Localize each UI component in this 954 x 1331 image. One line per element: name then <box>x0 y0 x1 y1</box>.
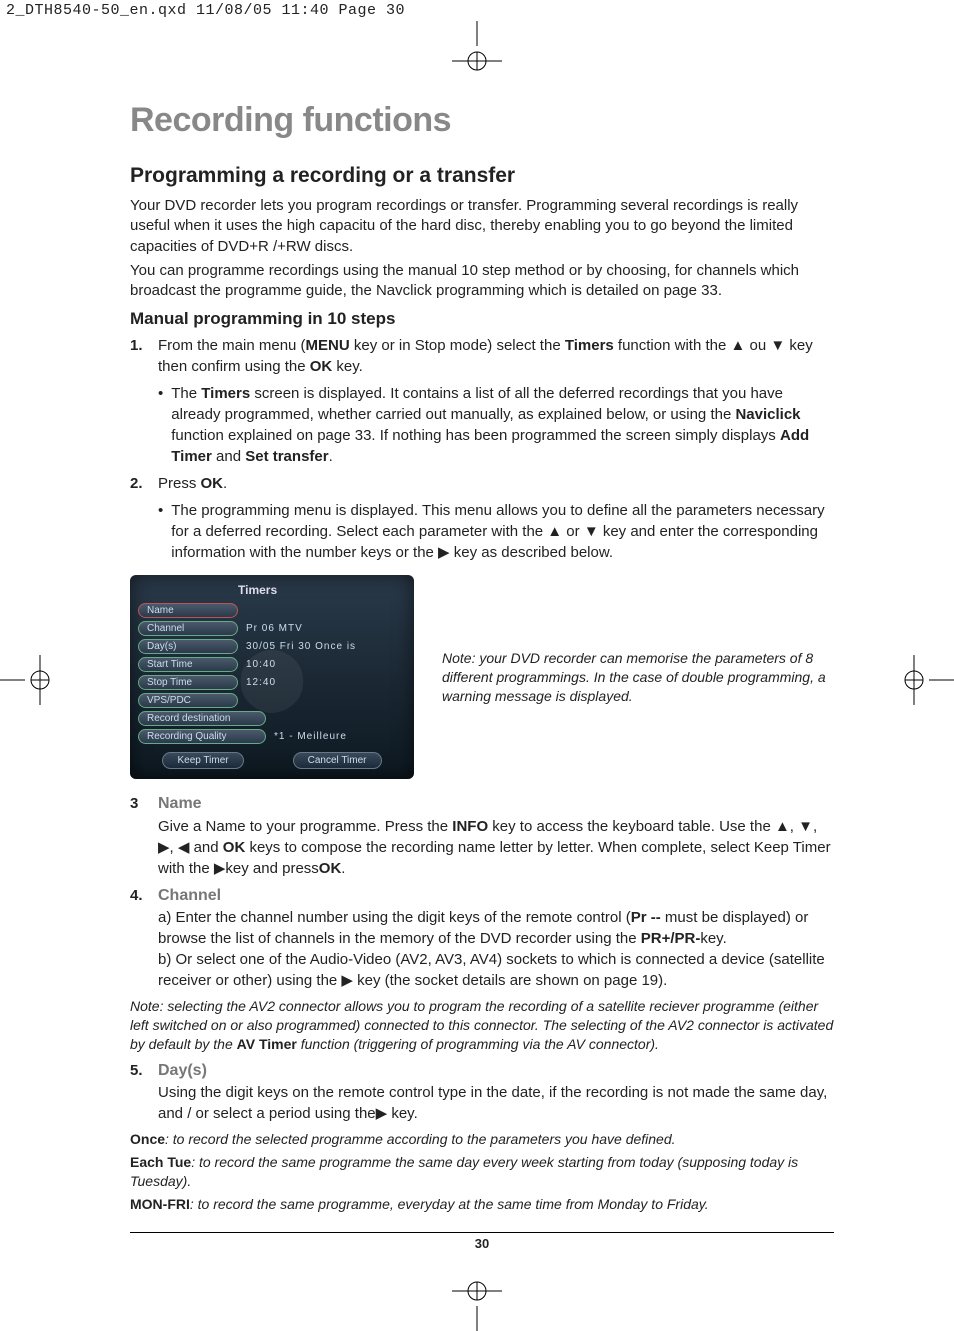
ui-cancel-timer-button: Cancel Timer <box>293 752 382 769</box>
ui-field-name: Name <box>138 603 238 618</box>
timers-screenshot: ⬤ Timers Name ChannelPr 06 MTV Day(s)30/… <box>130 575 414 779</box>
step-label: Day(s) <box>158 1060 834 1082</box>
step-3: 3 Name Give a Name to your programme. Pr… <box>130 793 834 878</box>
step-number: 2. <box>130 473 156 494</box>
once-note: Once: to record the selected programme a… <box>130 1130 834 1149</box>
mon-fri-note: MON-FRI: to record the same programme, e… <box>130 1195 834 1214</box>
crop-mark-left <box>0 650 60 715</box>
step-number: 3 <box>130 793 156 814</box>
ui-field-stop: Stop Time <box>138 675 238 690</box>
each-tue-note: Each Tue: to record the same programme t… <box>130 1153 834 1191</box>
page-number: 30 <box>130 1232 834 1251</box>
ui-field-start: Start Time <box>138 657 238 672</box>
print-file-header: 2_DTH8540-50_en.qxd 11/08/05 11:40 Page … <box>0 0 954 21</box>
step-number: 5. <box>130 1060 156 1081</box>
step-label: Name <box>158 793 834 815</box>
step-number: 4. <box>130 885 156 906</box>
step-label: Channel <box>158 885 834 907</box>
ui-field-quality: Recording Quality <box>138 729 266 744</box>
step-2: 2. Press OK. <box>130 473 834 494</box>
step-5: 5. Day(s) Using the digit keys on the re… <box>130 1060 834 1124</box>
ui-title: Timers <box>238 583 406 597</box>
ui-field-dest: Record destination <box>138 711 266 726</box>
ui-field-channel: Channel <box>138 621 238 636</box>
section-heading: Programming a recording or a transfer <box>130 164 834 188</box>
crop-mark-right <box>894 650 954 715</box>
step-4-note: Note: selecting the AV2 connector allows… <box>130 997 834 1054</box>
intro-paragraph-2: You can programme recordings using the m… <box>130 261 834 302</box>
intro-paragraph-1: Your DVD recorder lets you program recor… <box>130 196 834 257</box>
step-text: From the main menu ( <box>158 337 306 354</box>
bold-key: MENU <box>306 337 350 354</box>
ui-field-days: Day(s) <box>138 639 238 654</box>
page-title: Recording functions <box>130 101 834 140</box>
step-number: 1. <box>130 335 156 356</box>
step-4: 4. Channel a) Enter the channel number u… <box>130 885 834 991</box>
step-2-bullet: • The programming menu is displayed. Thi… <box>158 500 834 563</box>
ui-field-vps: VPS/PDC <box>138 693 238 708</box>
crop-mark-top <box>0 21 954 91</box>
step-1: 1. From the main menu (MENU key or in St… <box>130 335 834 377</box>
figure-note: Note: your DVD recorder can memorise the… <box>442 649 834 706</box>
subsection-heading: Manual programming in 10 steps <box>130 309 834 329</box>
step-1-bullet: • The Timers screen is displayed. It con… <box>158 383 834 467</box>
ui-keep-timer-button: Keep Timer <box>162 752 243 769</box>
